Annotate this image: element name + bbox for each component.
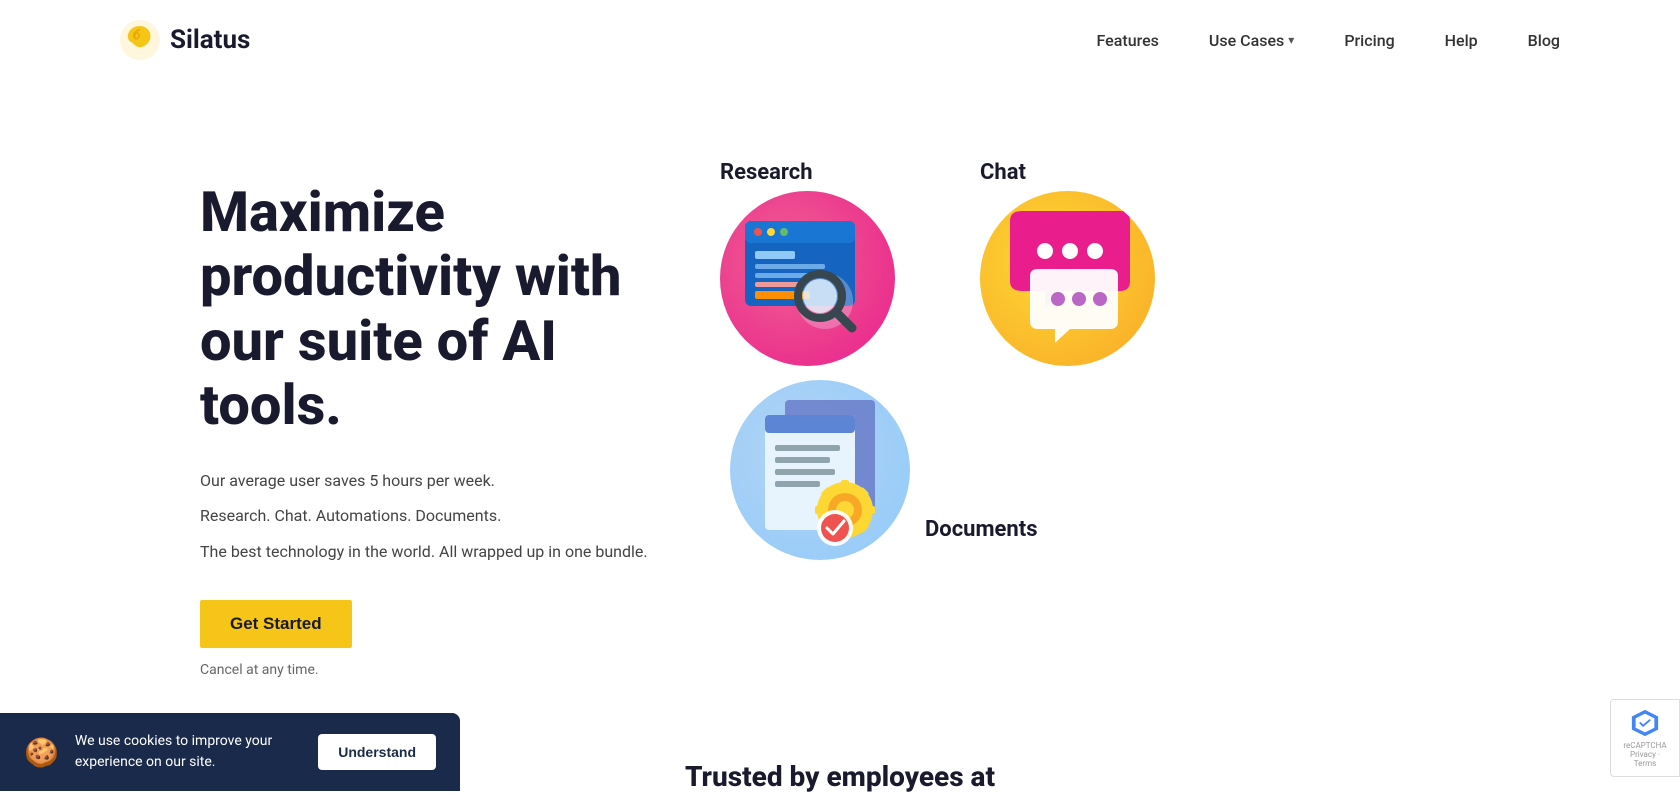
logo-label: Silatus (170, 25, 250, 55)
hero-content: Maximize productivity with our suite of … (200, 160, 700, 678)
nav-blog[interactable]: Blog (1528, 31, 1560, 50)
chat-circle (980, 191, 1155, 366)
chat-label: Chat (980, 160, 1026, 185)
recaptcha-icon (1630, 708, 1660, 738)
hero-subtitle-1: Our average user saves 5 hours per week. (200, 468, 700, 494)
recaptcha-badge: reCAPTCHAPrivacy · Terms (1610, 699, 1680, 777)
documents-illustration: Documents (730, 380, 910, 560)
research-illustration: Research (720, 160, 895, 366)
navbar: Silatus Features Use Cases ▾ Pricing Hel… (0, 0, 1680, 80)
cookie-text: We use cookies to improve your experienc… (75, 731, 302, 773)
cookie-banner: 🍪 We use cookies to improve your experie… (0, 713, 460, 791)
nav-use-cases[interactable]: Use Cases ▾ (1209, 31, 1294, 50)
nav-help[interactable]: Help (1445, 31, 1478, 50)
nav-links: Features Use Cases ▾ Pricing Help Blog (1097, 31, 1560, 50)
cancel-note: Cancel at any time. (200, 662, 700, 678)
documents-icon (730, 380, 910, 560)
cookie-icon: 🍪 (24, 736, 59, 769)
hero-illustrations: Research (700, 160, 1560, 660)
research-label: Research (720, 160, 813, 185)
documents-label: Documents (925, 517, 1038, 542)
hero-subtitle-3: The best technology in the world. All wr… (200, 539, 700, 565)
chevron-down-icon: ▾ (1288, 33, 1294, 47)
hero-section: Maximize productivity with our suite of … (0, 80, 1680, 730)
nav-features[interactable]: Features (1097, 31, 1159, 50)
nav-pricing[interactable]: Pricing (1344, 31, 1394, 50)
hero-title: Maximize productivity with our suite of … (200, 180, 700, 438)
recaptcha-text: reCAPTCHAPrivacy · Terms (1621, 741, 1669, 768)
cookie-understand-button[interactable]: Understand (318, 734, 436, 770)
chat-icon (980, 191, 1155, 366)
logo-icon (120, 20, 160, 60)
chat-illustration: Chat (980, 160, 1155, 366)
docs-circle (730, 380, 910, 560)
logo[interactable]: Silatus (120, 20, 250, 60)
get-started-button[interactable]: Get Started (200, 600, 352, 648)
research-circle (720, 191, 895, 366)
research-icon (720, 191, 895, 366)
hero-subtitle-2: Research. Chat. Automations. Documents. (200, 503, 700, 529)
